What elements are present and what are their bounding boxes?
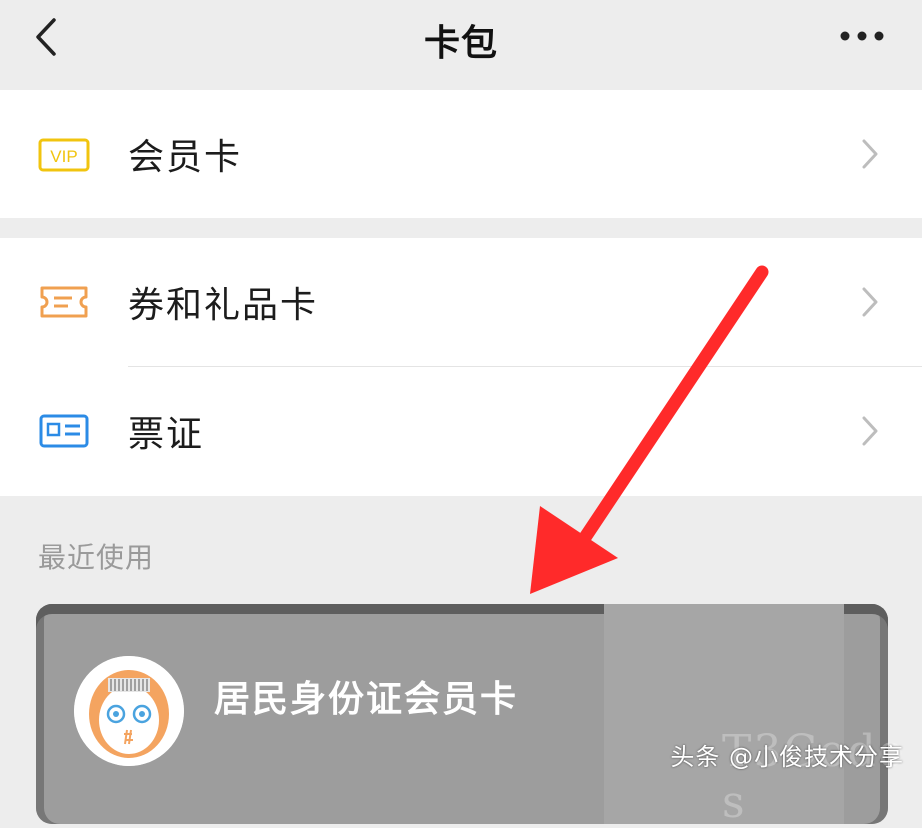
more-dots-icon	[840, 31, 884, 41]
more-button[interactable]	[832, 14, 892, 58]
top-bar: 卡包	[0, 0, 922, 88]
menu-item-label: 票证	[128, 414, 205, 455]
svg-text:VIP: VIP	[50, 147, 77, 166]
recent-section-label: 最近使用	[38, 541, 155, 574]
menu-item-coupons-gift-cards[interactable]: 券和礼品卡	[0, 238, 922, 366]
menu-group-membership: VIP 会员卡	[0, 90, 922, 218]
menu-item-tickets[interactable]: 票证	[0, 366, 922, 496]
menu-item-label: 券和礼品卡	[128, 285, 319, 326]
chevron-right-icon	[862, 139, 878, 169]
menu-group-tickets: 券和礼品卡 票证	[0, 238, 922, 496]
id-avatar-icon	[74, 656, 184, 766]
id-card-icon	[39, 414, 89, 448]
chevron-right-icon	[862, 287, 878, 317]
menu-item-label: 会员卡	[128, 137, 243, 178]
menu-item-membership-card[interactable]: VIP 会员卡	[0, 90, 922, 218]
vip-icon: VIP	[38, 138, 90, 172]
source-watermark: 头条 @小俊技术分享	[670, 743, 904, 771]
card-logo	[74, 656, 184, 766]
page-title: 卡包	[423, 23, 498, 64]
card-title: 居民身份证会员卡	[214, 679, 519, 720]
ticket-icon	[40, 286, 88, 318]
chevron-right-icon	[862, 416, 878, 446]
